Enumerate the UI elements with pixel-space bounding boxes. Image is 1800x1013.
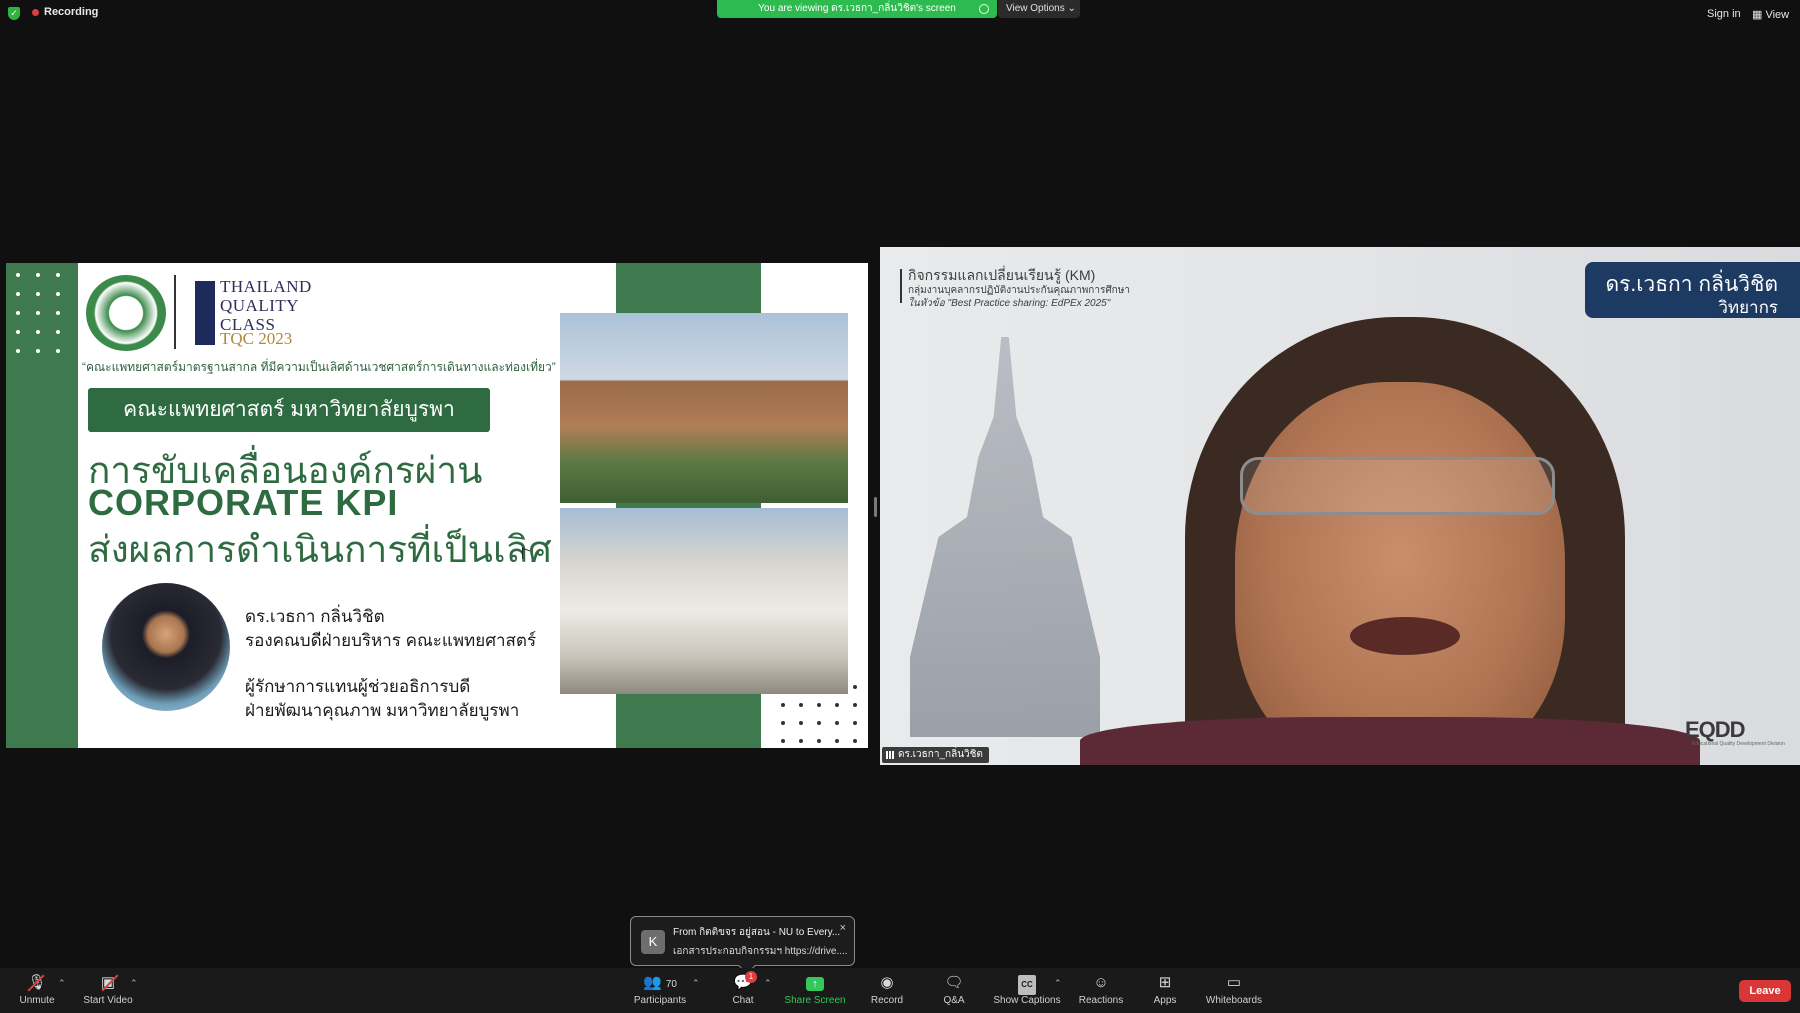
tqc-emblem-logo (195, 281, 215, 345)
record-icon: ◉ (880, 974, 894, 991)
tqc-year: TQC 2023 (220, 329, 293, 348)
participants-count: 70 (665, 979, 677, 990)
sender-avatar: K (641, 930, 665, 954)
eqdd-logo: EQDD (1685, 717, 1746, 742)
speaker-mouth (1350, 617, 1460, 655)
qa-icon: 🗨 (944, 974, 964, 991)
unmute-label: Unmute (19, 995, 55, 1006)
whiteboards-label: Whiteboards (1205, 995, 1263, 1006)
apps-label: Apps (1153, 995, 1177, 1006)
presenter-name: ดร.เวธกา กลิ่นวิชิต (245, 607, 385, 626)
share-screen-button[interactable]: ↑ Share Screen (784, 974, 846, 1006)
record-label: Record (870, 995, 904, 1006)
captions-icon: CC (992, 974, 1062, 995)
viewing-banner: You are viewing ดร.เวธกา_กลิ่นวิชิต's sc… (717, 0, 997, 18)
building-photo-bottom (560, 508, 848, 694)
km-topic: ในหัวข้อ "Best Practice sharing: EdPEx 2… (908, 298, 1111, 309)
headline-line-2: CORPORATE KPI (88, 482, 399, 523)
participants-button[interactable]: 👥 70 Participants (632, 974, 688, 1006)
university-seal-logo (86, 275, 166, 351)
participant-name-badge: ดร.เวธกา_กลิ่นวิชิต (882, 747, 989, 763)
split-view-handle[interactable] (874, 497, 877, 517)
recording-label: Recording (44, 6, 99, 18)
name-card-line-2: วิทยากร (1718, 298, 1778, 317)
shared-screen-slide: THAILAND QUALITY CLASS TQC 2023 “คณะแพทย… (6, 263, 868, 748)
signal-bars-icon (886, 751, 894, 759)
speaker-video-tile[interactable]: กิจกรรมแลกเปลี่ยนเรียนรู้ (KM) กลุ่มงานบ… (880, 247, 1800, 765)
qa-button[interactable]: 🗨 Q&A (940, 974, 968, 1006)
whiteboard-icon: ▭ (1226, 974, 1242, 991)
chevron-up-icon: ⌃ (130, 978, 138, 988)
headline-accent-line (68, 443, 73, 576)
participants-label: Participants (633, 995, 687, 1006)
speaker-face (1235, 382, 1565, 765)
record-button[interactable]: ◉ Record (868, 974, 906, 1006)
chevron-up-icon: ⌃ (1054, 978, 1062, 988)
shield-icon[interactable]: ✓ (8, 7, 20, 20)
tqc-line-1: THAILAND (220, 277, 312, 296)
chat-message-preview: เอกสารประกอบกิจกรรมฯ https://drive.... (673, 946, 848, 957)
logo-divider (174, 275, 176, 349)
reactions-button[interactable]: ☺ Reactions (1078, 974, 1124, 1006)
recording-dot-icon (32, 8, 39, 16)
temple-background-graphic (910, 337, 1100, 737)
show-captions-button[interactable]: CC Show Captions (992, 974, 1062, 1006)
faculty-banner: คณะแพทยศาสตร์ มหาวิทยาลัยบูรพา (88, 388, 490, 432)
view-options-button[interactable]: View Options ⌄ (998, 0, 1080, 18)
grid-view-icon: ▦ (1752, 9, 1763, 21)
presenter-portrait (102, 583, 230, 711)
chevron-up-icon: ⌃ (692, 978, 700, 988)
speaker-glasses (1240, 457, 1555, 515)
apps-icon: ⊞ (1158, 974, 1172, 991)
km-accent-line (900, 269, 902, 303)
headline-line-3: ส่งผลการดำเนินการที่เป็นเลิศ (88, 529, 552, 570)
top-bar: ✓ Recording You are viewing ดร.เวธกา_กลิ… (0, 0, 1800, 26)
apps-button[interactable]: ⊞ Apps (1152, 974, 1178, 1006)
start-video-label: Start Video (83, 995, 133, 1006)
whiteboards-button[interactable]: ▭ Whiteboards (1204, 974, 1264, 1006)
eqdd-logo-subtext: Educational Quality Development Division (1692, 741, 1785, 747)
leave-button[interactable]: Leave (1739, 980, 1791, 1002)
reactions-label: Reactions (1078, 995, 1124, 1006)
faculty-motto: “คณะแพทยศาสตร์มาตรฐานสากล ที่มีความเป็นเ… (82, 360, 556, 374)
start-video-button[interactable]: ▣ Start Video (80, 974, 136, 1006)
recording-indicator[interactable]: Recording (32, 6, 98, 18)
view-options-label: View Options (1006, 3, 1065, 14)
presenter-role-2: ผู้รักษาการแทนผู้ช่วยอธิการบดี (245, 677, 471, 696)
speaker-name-card: ดร.เวธกา กลิ่นวิชิต วิทยากร (1585, 262, 1800, 318)
stop-viewing-icon[interactable] (979, 4, 989, 14)
presenter-role-3: ฝ่ายพัฒนาคุณภาพ มหาวิทยาลัยบูรพา (245, 701, 520, 720)
viewing-label: You are viewing ดร.เวธกา_กลิ่นวิชิต's sc… (758, 3, 956, 14)
building-photo-top (560, 313, 848, 503)
close-icon[interactable]: × (840, 922, 846, 934)
meeting-toolbar: 🎙 Unmute ⌃ ▣ Start Video ⌃ 👥 70 Particip… (0, 968, 1800, 1013)
chat-label: Chat (732, 995, 754, 1006)
participants-icon: 👥 70 (643, 974, 677, 991)
video-off-icon: ▣ (100, 974, 116, 991)
dot-pattern (6, 263, 78, 363)
speaker-shirt (1080, 717, 1700, 765)
chevron-down-icon: ⌄ (1067, 3, 1076, 14)
share-screen-label: Share Screen (784, 995, 846, 1006)
view-button[interactable]: ▦ View (1752, 8, 1789, 21)
chat-unread-badge: 1 (745, 971, 757, 983)
chat-from-line: From กิตติขจร อยู่สอน - NU to Every... (673, 927, 841, 938)
unmute-button[interactable]: 🎙 Unmute (16, 974, 58, 1006)
share-screen-icon: ↑ (784, 974, 846, 992)
participant-name: ดร.เวธกา_กลิ่นวิชิต (898, 749, 983, 760)
view-label: View (1765, 9, 1790, 21)
tqc-line-2: QUALITY (220, 296, 300, 315)
chevron-up-icon: ⌃ (58, 978, 66, 988)
show-captions-label: Show Captions (993, 995, 1061, 1006)
presenter-role-1: รองคณบดีฝ่ายบริหาร คณะแพทยศาสตร์ (245, 631, 537, 650)
chat-notification[interactable]: K From กิตติขจร อยู่สอน - NU to Every...… (630, 916, 855, 975)
qa-label: Q&A (943, 995, 965, 1006)
microphone-muted-icon: 🎙 (27, 974, 47, 991)
sign-in-button[interactable]: Sign in (1707, 8, 1741, 20)
chevron-up-icon: ⌃ (764, 978, 772, 988)
reactions-icon: ☺ (1093, 974, 1109, 991)
